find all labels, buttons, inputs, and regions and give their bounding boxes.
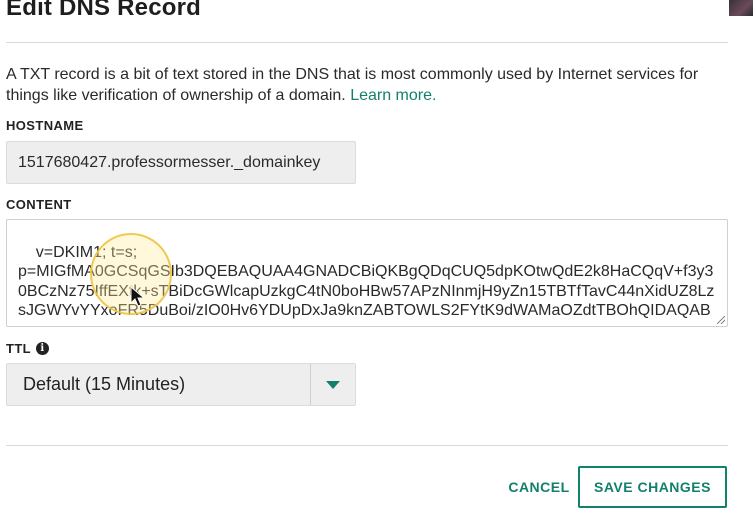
chevron-down-icon — [326, 380, 340, 389]
title-divider — [6, 42, 728, 43]
save-changes-button[interactable]: SAVE CHANGES — [578, 466, 727, 508]
cancel-button[interactable]: CANCEL — [498, 467, 580, 507]
edit-dns-record-dialog: Edit DNS Record A TXT record is a bit of… — [0, 0, 753, 508]
learn-more-link[interactable]: Learn more. — [350, 87, 436, 104]
ttl-dropdown-toggle[interactable] — [310, 364, 355, 405]
avatar — [729, 0, 753, 16]
hostname-label-text: HOSTNAME — [6, 118, 84, 133]
footer-divider — [6, 445, 728, 446]
ttl-label: TTL i — [6, 341, 50, 356]
hostname-value: 1517680427.professormesser._domainkey — [18, 153, 321, 171]
dialog-title: Edit DNS Record — [6, 0, 202, 21]
hostname-field[interactable]: 1517680427.professormesser._domainkey — [6, 141, 356, 184]
info-icon[interactable]: i — [36, 342, 50, 355]
content-label: CONTENT — [6, 197, 72, 212]
ttl-selected-value: Default (15 Minutes) — [23, 374, 186, 394]
hostname-label: HOSTNAME — [6, 118, 84, 133]
ttl-select[interactable]: Default (15 Minutes) — [6, 363, 356, 406]
resize-handle-icon[interactable] — [717, 316, 725, 324]
content-textarea[interactable]: v=DKIM1; t=s; p=MIGfMA0GCSqGSIb3DQEBAQUA… — [6, 219, 728, 327]
content-label-text: CONTENT — [6, 197, 72, 212]
content-value: v=DKIM1; t=s; p=MIGfMA0GCSqGSIb3DQEBAQUA… — [18, 243, 715, 320]
record-description: A TXT record is a bit of text stored in … — [6, 64, 728, 106]
ttl-label-text: TTL — [6, 341, 32, 356]
